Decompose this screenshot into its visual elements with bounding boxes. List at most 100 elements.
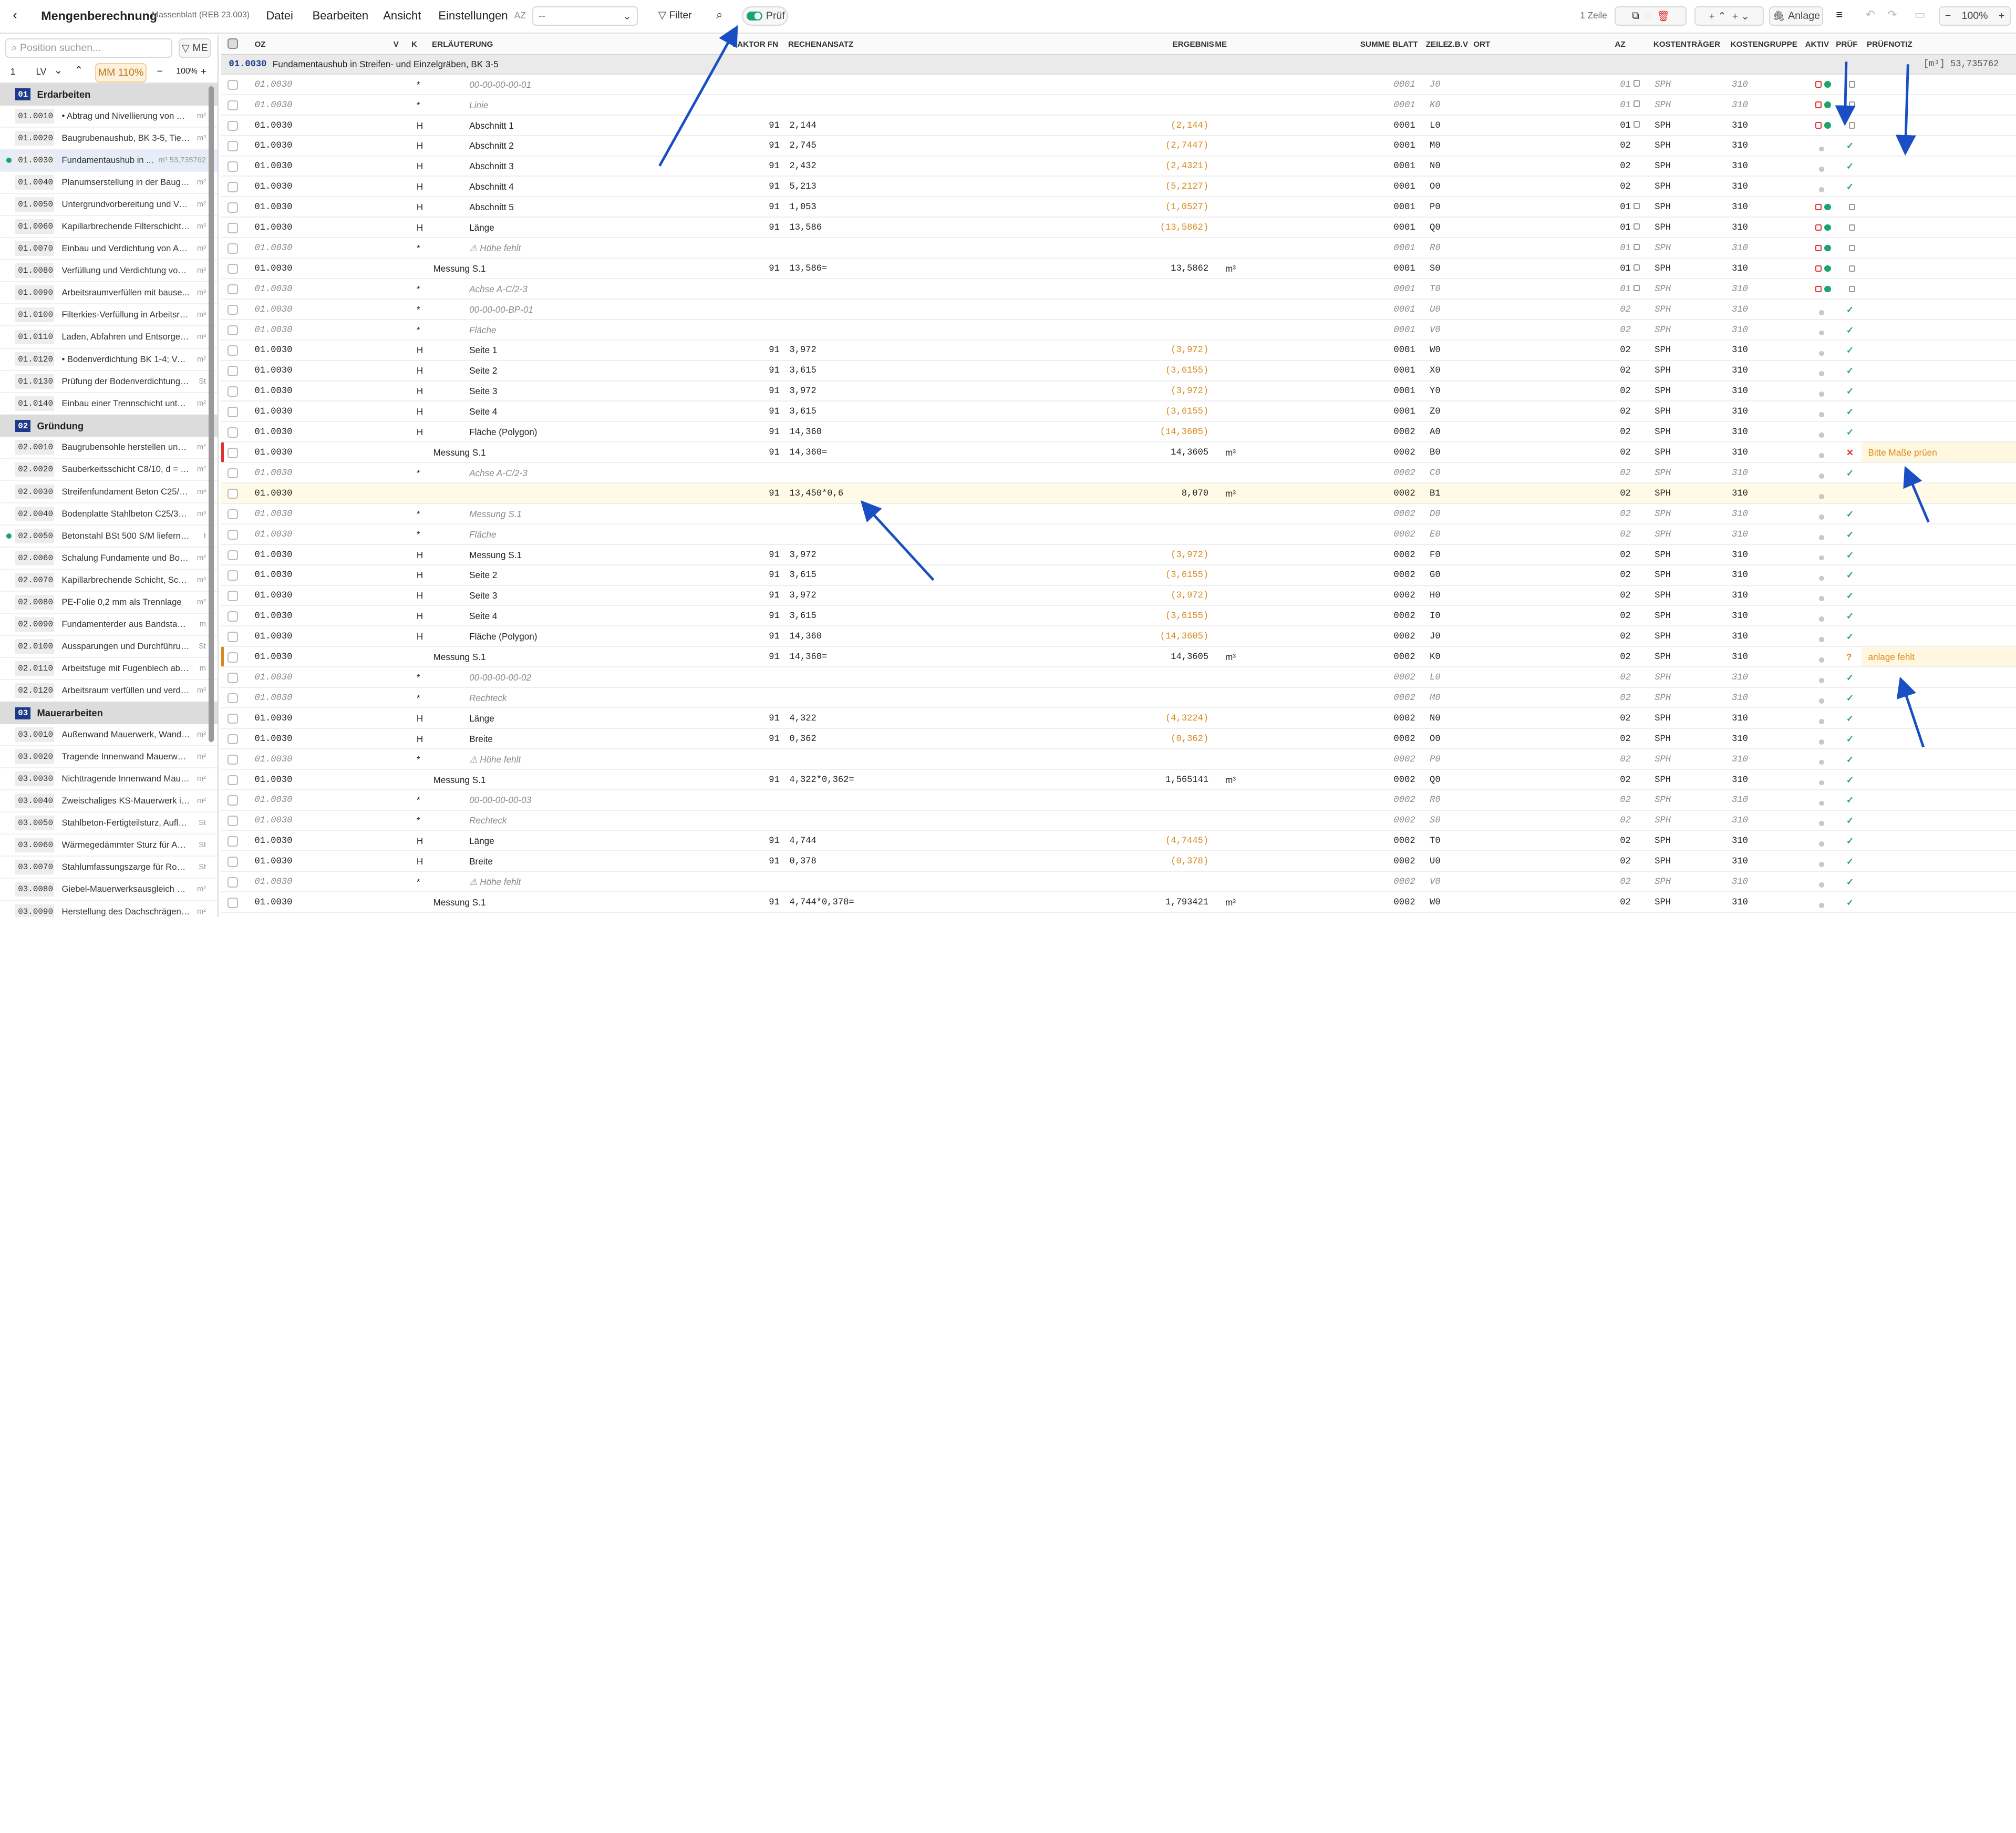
sidebar-item[interactable]: 03.0050 Stahlbeton-Fertigteilsturz, Aufla… (0, 812, 218, 835)
table-row[interactable]: 01.0030 H Abschnitt 5 91 1,053 (1,0527) 0001 P0… (221, 197, 2016, 218)
table-row[interactable]: 01.0030 Messung S.1 91 13,586= 13,5862 m³ 0001… (221, 259, 2016, 279)
table-row[interactable]: 01.0030 H Breite 91 0,362 (0,362) 0002 O0 02 SPH 3… (221, 729, 2016, 749)
cell-pruef[interactable]: ✓ (1846, 570, 1854, 581)
sidebar-item[interactable]: 02.0040 Bodenplatte Stahlbeton C25/30, ..… (0, 503, 218, 526)
cell-pruef[interactable]: ✓ (1846, 795, 1854, 806)
cell-aktiv[interactable] (1819, 348, 1825, 358)
table-row[interactable]: 01.0030 * ⚠ Höhe fehlt 0002 P0 02 SPH 310 ✓ (221, 749, 2016, 770)
cell-pruef[interactable]: ✓ (1846, 161, 1854, 172)
cell-pruef[interactable]: ? (1846, 652, 1852, 663)
cell-pruef[interactable]: ✓ (1846, 509, 1854, 520)
sidebar-item[interactable]: 01.0010 • Abtrag und Nivellierung von O..… (0, 106, 218, 128)
row-checkbox[interactable] (228, 427, 238, 438)
cell-pruef[interactable] (1846, 223, 1855, 233)
sidebar-item[interactable]: 02.0100 Aussparungen und Durchführung... S… (0, 636, 218, 658)
sidebar-item[interactable]: 03.0060 Wärmegedämmter Sturz für Auße... S… (0, 835, 218, 857)
sidebar-item[interactable]: 02.0010 Baugrubensohle herstellen und v..… (0, 437, 218, 459)
cell-pruef[interactable]: ✓ (1846, 816, 1854, 826)
sidebar-item[interactable]: 01.0030 Fundamentaushub in ... m³ 53,73576… (0, 149, 218, 172)
cell-aktiv[interactable] (1815, 284, 1831, 295)
cell-pruef[interactable]: ✓ (1846, 714, 1854, 724)
row-checkbox[interactable] (228, 366, 238, 376)
table-row[interactable]: 01.0030 H Seite 3 91 3,972 (3,972) 0001 Y0 02 SPH… (221, 382, 2016, 402)
row-checkbox[interactable] (228, 857, 238, 867)
col-header-zeile[interactable]: ZEILE (1426, 40, 1449, 49)
table-row[interactable]: 01.0030 H Seite 4 91 3,615 (3,6155) 0001 Z0 02 SP… (221, 401, 2016, 423)
table-row[interactable]: 01.0030 * ⚠ Höhe fehlt 0001 R0 01 SPH 310 (221, 238, 2016, 259)
row-checkbox[interactable] (228, 223, 238, 233)
table-row[interactable]: 01.0030 H Seite 2 91 3,615 (3,6155) 0001 X0 02 SP… (221, 361, 2016, 382)
col-header-az[interactable]: AZ (1615, 40, 1625, 49)
table-row[interactable]: 01.0030 * 00-00-00-BP-01 0001 U0 02 SPH 310 ✓ (221, 300, 2016, 320)
table-row[interactable]: 01.0030 H Messung S.1 91 3,972 (3,972) 0002 F0 0… (221, 545, 2016, 565)
sidebar-item[interactable]: 03.0090 Herstellung des Dachschrägenan...… (0, 901, 218, 917)
cell-aktiv[interactable] (1819, 798, 1825, 808)
col-header-prüf[interactable]: PRÜF (1836, 40, 1857, 49)
menu-bearbeiten[interactable]: Bearbeiten (313, 9, 369, 23)
col-header-ergebnis[interactable]: ERGEBNIS (1173, 40, 1214, 49)
cell-pruef[interactable]: ✓ (1846, 386, 1854, 397)
table-row[interactable]: 01.0030 * 00-00-00-00-03 0002 R0 02 SPH 310 ✓ (221, 790, 2016, 811)
table-row[interactable]: 01.0030 H Abschnitt 1 91 2,144 (2,144) 0001 L0 0… (221, 116, 2016, 136)
cell-aktiv[interactable] (1819, 737, 1825, 747)
zoom-out-icon[interactable]: − (1945, 10, 1951, 22)
row-checkbox[interactable] (228, 304, 238, 315)
cell-pruef[interactable] (1846, 121, 1855, 131)
chevron-up-icon[interactable]: ⌃ (75, 64, 83, 77)
sidebar-item[interactable]: 01.0090 Arbeitsraumverfüllen mit bause...… (0, 282, 218, 305)
row-checkbox[interactable] (228, 897, 238, 908)
sidebar-group[interactable]: 01 Erdarbeiten (0, 84, 218, 106)
cell-aktiv[interactable] (1815, 202, 1831, 213)
table-row[interactable]: 01.0030 H Seite 2 91 3,615 (3,6155) 0002 G0 02 SP… (221, 565, 2016, 586)
sidebar-item[interactable]: 01.0140 Einbau einer Trennschicht unter .… (0, 393, 218, 415)
sidebar-item[interactable]: 01.0070 Einbau und Verdichtung von Auf...… (0, 238, 218, 261)
cell-pruef[interactable] (1846, 284, 1855, 295)
cell-aktiv[interactable] (1819, 716, 1825, 727)
cell-aktiv[interactable] (1819, 389, 1825, 399)
cell-pruef[interactable]: ✓ (1846, 857, 1854, 867)
table-row[interactable]: 01.0030 H Länge 91 4,322 (4,3224) 0002 N0 02 SPH 3… (221, 708, 2016, 729)
sidebar-item[interactable]: 03.0040 Zweischaliges KS-Mauerwerk im ...… (0, 790, 218, 813)
table-row[interactable]: 01.0030 Messung S.1 91 14,360= 14,3605 m³ 0002… (221, 442, 2016, 464)
cell-pruef[interactable]: ✓ (1846, 530, 1854, 540)
table-row[interactable]: 01.0030 H Abschnitt 2 91 2,745 (2,7447) 0001 M0… (221, 136, 2016, 157)
sidebar-item[interactable]: 01.0110 Laden, Abfahren und Entsorgen ...… (0, 326, 218, 349)
cell-pruef[interactable]: ✓ (1846, 141, 1854, 151)
row-checkbox[interactable] (228, 407, 238, 417)
row-checkbox[interactable] (228, 325, 238, 336)
cell-aktiv[interactable] (1819, 184, 1825, 195)
mm-select[interactable]: MM 110% (95, 63, 147, 83)
cell-aktiv[interactable] (1819, 368, 1825, 379)
cell-aktiv[interactable] (1819, 593, 1825, 604)
table-row[interactable]: 01.0030 * Rechteck 0002 M0 02 SPH 310 ✓ (221, 688, 2016, 708)
row-checkbox[interactable] (228, 591, 238, 601)
cell-pruef[interactable] (1846, 80, 1855, 90)
sidebar-item[interactable]: 02.0020 Sauberkeitsschicht C8/10, d = 5 .… (0, 459, 218, 481)
table-row[interactable]: 01.0030 H Breite 91 0,378 (0,378) 0002 U0 02 SPH 3… (221, 851, 2016, 872)
cell-pruef[interactable] (1846, 264, 1855, 274)
sidebar-item[interactable]: 02.0080 PE-Folie 0,2 mm als Trennlage m² (0, 592, 218, 614)
cell-pruef[interactable]: ✓ (1846, 632, 1854, 642)
cell-pruef[interactable]: ✓ (1846, 305, 1854, 315)
cell-pruef[interactable]: ✓ (1846, 755, 1854, 765)
cell-aktiv[interactable] (1819, 532, 1825, 543)
row-checkbox[interactable] (228, 570, 238, 581)
zoom-in-icon[interactable]: + (1999, 10, 2004, 22)
cell-pruef[interactable]: ✓ (1846, 325, 1854, 336)
cell-aktiv[interactable] (1819, 859, 1825, 870)
cell-aktiv[interactable] (1819, 634, 1825, 645)
back-chevron-icon[interactable]: ‹ (13, 8, 17, 23)
row-checkbox[interactable] (228, 202, 238, 213)
sidebar-item[interactable]: 01.0130 Prüfung der Bodenverdichtung m...… (0, 371, 218, 393)
sidebar-item[interactable]: 03.0030 Nichttragende Innenwand Maue... m² (0, 768, 218, 791)
cell-aktiv[interactable] (1819, 327, 1825, 338)
row-checkbox[interactable] (228, 182, 238, 192)
chevron-down-icon[interactable]: ⌄ (54, 64, 63, 77)
table-row[interactable]: 01.0030 H Abschnitt 3 91 2,432 (2,4321) 0001 N0… (221, 157, 2016, 177)
insert-group[interactable]: + ⌃ + ⌄ (1694, 6, 1764, 26)
table-row[interactable]: 01.0030 * Achse A-C/2-3 0002 C0 02 SPH 310 ✓ (221, 463, 2016, 484)
anlage-button[interactable]: 🖇 Anlage (1769, 6, 1823, 26)
cell-aktiv[interactable] (1815, 100, 1831, 111)
cell-aktiv[interactable] (1819, 614, 1825, 624)
table-row[interactable]: 01.0030 * Fläche 0002 E0 02 SPH 310 ✓ (221, 524, 2016, 545)
